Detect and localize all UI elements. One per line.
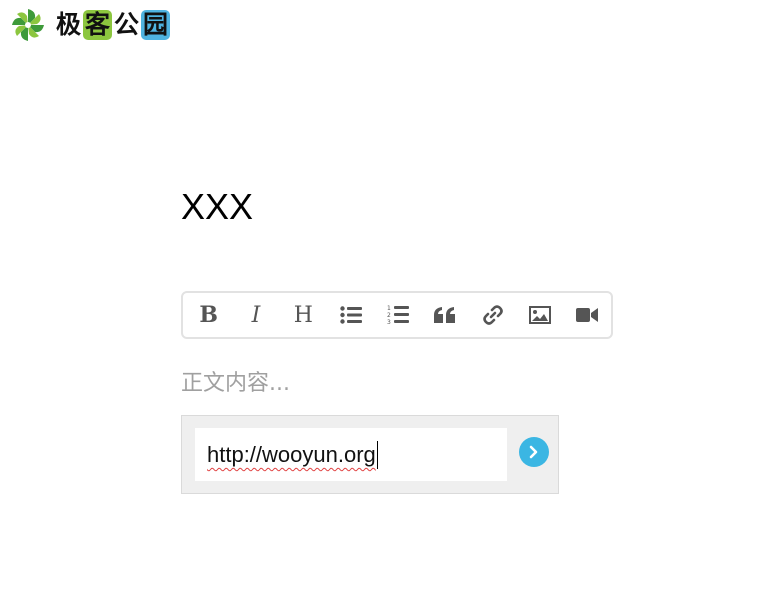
logo-wordmark: 极 客 公 园 [56, 10, 172, 40]
url-input-value: http://wooyun.org [207, 442, 376, 467]
site-logo[interactable]: 极 客 公 园 [10, 7, 172, 43]
video-button[interactable] [564, 293, 611, 337]
body-content-placeholder[interactable]: 正文内容... [181, 369, 290, 399]
image-button[interactable] [516, 293, 563, 337]
logo-char-1: 极 [56, 10, 82, 39]
bullet-list-icon [339, 306, 362, 324]
post-title-field[interactable]: XXX [181, 186, 253, 228]
heading-button[interactable]: H [280, 293, 327, 337]
logo-char-3: 公 [114, 10, 140, 39]
svg-text:1: 1 [387, 305, 391, 312]
video-icon [576, 308, 599, 322]
bold-icon: B [199, 302, 218, 328]
italic-icon: I [251, 302, 261, 328]
numbered-list-button[interactable]: 123 [374, 293, 421, 337]
link-insert-panel: http://wooyun.org [181, 415, 559, 494]
chevron-right-icon [529, 445, 538, 459]
numbered-list-icon: 123 [387, 305, 409, 326]
italic-button[interactable]: I [232, 293, 279, 337]
image-icon [528, 306, 551, 324]
bullet-list-button[interactable] [327, 293, 374, 337]
link-button[interactable] [469, 293, 516, 337]
logo-char-2: 客 [83, 10, 113, 40]
editor-page: 极 客 公 园 XXX B I H 1 2 3 正文内容... http://w… [0, 0, 762, 601]
url-input[interactable]: http://wooyun.org [195, 428, 507, 481]
editor-toolbar: B I H 123 [181, 291, 613, 339]
submit-link-button[interactable] [519, 437, 549, 467]
logo-char-4: 园 [141, 10, 171, 40]
quote-icon [434, 307, 456, 323]
link-icon [482, 305, 503, 325]
bold-button[interactable]: B [185, 293, 232, 337]
pinwheel-logo-icon [12, 9, 44, 41]
heading-icon: H [293, 302, 313, 328]
quote-button[interactable] [422, 293, 469, 337]
text-caret [376, 440, 378, 469]
svg-text:3: 3 [387, 319, 391, 326]
svg-text:2: 2 [387, 312, 391, 319]
